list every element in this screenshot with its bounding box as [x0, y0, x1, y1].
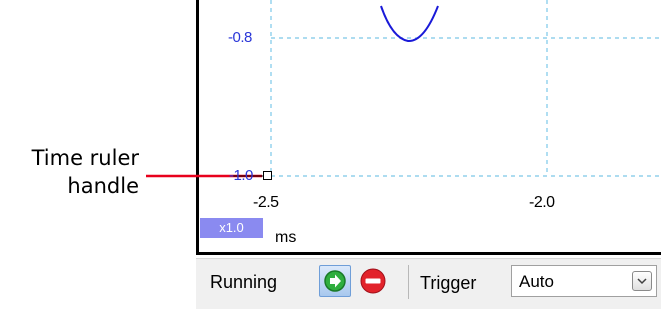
green-go-icon — [324, 270, 346, 292]
stop-button[interactable] — [359, 267, 387, 295]
toolbar-separator — [408, 265, 409, 299]
zoom-badge[interactable]: x1.0 — [200, 218, 263, 238]
x-unit-label: ms — [275, 229, 297, 246]
capture-toolbar: Running Trigger Auto — [196, 258, 661, 309]
y-tick-label: -1.0 — [229, 167, 253, 184]
time-ruler-handle[interactable] — [263, 171, 272, 180]
scope-view: -0.8 -1.0 -2.5 -2.0 x1.0 ms Time ruler h… — [0, 0, 661, 309]
status-label: Running — [210, 272, 278, 292]
red-stop-icon — [360, 268, 386, 294]
x-tick-label: -2.0 — [529, 194, 555, 211]
trigger-label: Trigger — [420, 273, 477, 293]
x-tick-label: -2.5 — [253, 194, 279, 211]
trigger-mode-select[interactable]: Auto — [511, 265, 657, 297]
plot-area[interactable] — [196, 0, 661, 255]
dropdown-button[interactable] — [632, 271, 652, 291]
trigger-mode-value: Auto — [519, 272, 554, 291]
callout-label: Time ruler — [31, 146, 139, 170]
y-tick-label: -0.8 — [228, 29, 252, 46]
callout-label: handle — [67, 174, 139, 198]
start-button[interactable] — [319, 265, 351, 297]
chevron-down-icon — [637, 278, 647, 285]
